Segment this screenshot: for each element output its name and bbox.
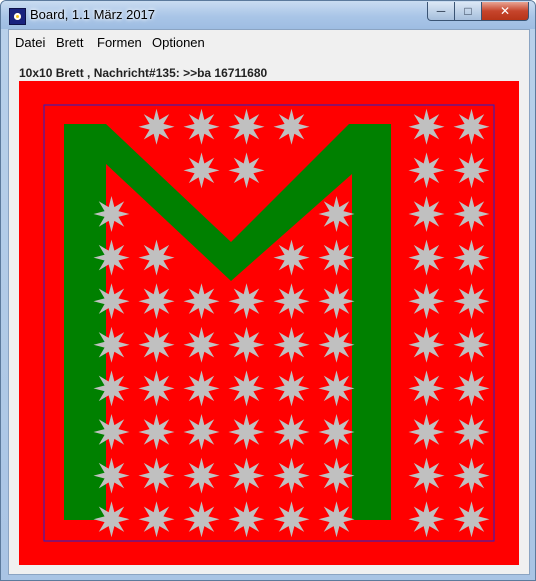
client-area: Datei Brett Formen Optionen 10x10 Brett … (8, 29, 530, 575)
star-cell-3-9[interactable] (453, 239, 490, 276)
star-cell-4-4[interactable] (228, 283, 265, 320)
star-cell-6-8[interactable] (408, 370, 445, 407)
star-cell-9-2[interactable] (138, 501, 175, 538)
minimize-button[interactable]: ─ (427, 2, 455, 21)
star-cell-4-3[interactable] (183, 283, 220, 320)
star-cell-5-2[interactable] (138, 326, 175, 363)
star-cell-6-6[interactable] (318, 370, 355, 407)
star-cell-3-8[interactable] (408, 239, 445, 276)
star-cell-8-3[interactable] (183, 457, 220, 494)
star-cell-3-6[interactable] (318, 239, 355, 276)
star-cell-0-2[interactable] (138, 108, 175, 145)
title-bar[interactable]: Board, 1.1 März 2017 ─ □ ✕ (1, 1, 535, 29)
star-cell-0-3[interactable] (183, 108, 220, 145)
star-cell-8-9[interactable] (453, 457, 490, 494)
star-cell-5-3[interactable] (183, 326, 220, 363)
app-window: Board, 1.1 März 2017 ─ □ ✕ Datei Brett F… (0, 0, 536, 581)
star-cell-9-6[interactable] (318, 501, 355, 538)
star-cell-2-8[interactable] (408, 196, 445, 232)
letter-m-shape (64, 124, 391, 520)
star-cell-8-1[interactable] (93, 457, 130, 494)
star-cell-7-1[interactable] (93, 414, 130, 450)
star-cell-2-6[interactable] (318, 196, 355, 232)
menu-optionen[interactable]: Optionen (152, 35, 205, 50)
star-cell-7-2[interactable] (138, 414, 175, 450)
star-cell-5-5[interactable] (273, 326, 310, 363)
star-cell-8-8[interactable] (408, 457, 445, 494)
star-cell-6-3[interactable] (183, 370, 220, 407)
star-cell-3-5[interactable] (273, 239, 310, 276)
window-title: Board, 1.1 März 2017 (30, 7, 156, 22)
star-cell-5-4[interactable] (228, 326, 265, 363)
app-icon[interactable] (9, 8, 26, 25)
star-cell-4-1[interactable] (93, 283, 130, 320)
menu-formen[interactable]: Formen (97, 35, 142, 50)
star-cell-9-3[interactable] (183, 501, 220, 538)
star-cell-4-9[interactable] (453, 283, 490, 320)
star-cell-9-4[interactable] (228, 501, 265, 538)
menu-datei[interactable]: Datei (15, 35, 45, 50)
status-message: 10x10 Brett , Nachricht#135: >>ba 167116… (19, 66, 268, 80)
star-cell-2-1[interactable] (93, 196, 130, 232)
star-cell-6-9[interactable] (453, 370, 490, 407)
star-cell-6-4[interactable] (228, 370, 265, 407)
star-cell-8-2[interactable] (138, 457, 175, 494)
star-cell-1-3[interactable] (183, 152, 220, 189)
game-board[interactable] (19, 81, 519, 565)
star-cell-7-3[interactable] (183, 414, 220, 450)
star-cell-7-6[interactable] (318, 414, 355, 450)
star-cell-0-9[interactable] (453, 108, 490, 145)
star-cell-1-9[interactable] (453, 152, 490, 189)
star-cell-0-4[interactable] (228, 108, 265, 145)
star-cell-9-5[interactable] (273, 501, 310, 538)
star-cell-4-8[interactable] (408, 283, 445, 320)
star-cell-2-9[interactable] (453, 196, 490, 232)
menu-brett[interactable]: Brett (56, 35, 83, 50)
star-cell-8-5[interactable] (273, 457, 310, 494)
board-canvas[interactable] (19, 81, 519, 565)
star-cell-5-9[interactable] (453, 326, 490, 363)
star-cell-1-8[interactable] (408, 152, 445, 189)
star-cell-0-5[interactable] (273, 108, 310, 145)
star-cell-4-6[interactable] (318, 283, 355, 320)
star-cell-1-4[interactable] (228, 152, 265, 189)
star-cell-3-2[interactable] (138, 239, 175, 276)
star-cell-8-6[interactable] (318, 457, 355, 494)
star-cell-6-1[interactable] (93, 370, 130, 407)
star-cell-3-1[interactable] (93, 239, 130, 276)
star-cell-4-2[interactable] (138, 283, 175, 320)
star-cell-7-4[interactable] (228, 414, 265, 450)
star-cell-5-8[interactable] (408, 326, 445, 363)
star-cell-7-8[interactable] (408, 414, 445, 450)
star-cell-4-5[interactable] (273, 283, 310, 320)
star-cell-0-8[interactable] (408, 108, 445, 145)
star-cell-8-4[interactable] (228, 457, 265, 494)
star-cell-5-1[interactable] (93, 326, 130, 363)
star-cell-9-9[interactable] (453, 501, 490, 538)
star-cell-5-6[interactable] (318, 326, 355, 363)
menu-bar: Datei Brett Formen Optionen (9, 30, 529, 54)
close-button[interactable]: ✕ (481, 2, 529, 21)
star-cell-7-9[interactable] (453, 414, 490, 450)
star-cell-6-5[interactable] (273, 370, 310, 407)
star-cell-9-1[interactable] (93, 501, 130, 538)
maximize-button[interactable]: □ (454, 2, 482, 21)
star-cell-7-5[interactable] (273, 414, 310, 450)
star-cell-6-2[interactable] (138, 370, 175, 407)
star-cell-9-8[interactable] (408, 501, 445, 538)
